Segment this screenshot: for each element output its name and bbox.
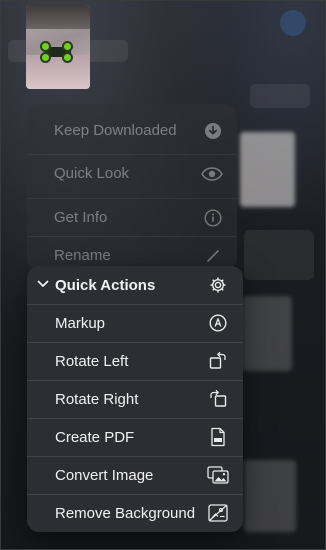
quick-action-label: Remove Background xyxy=(55,504,196,522)
rotate-right-icon xyxy=(207,388,229,410)
eye-icon xyxy=(201,164,223,184)
quick-action-label: Create PDF xyxy=(55,428,135,446)
menu-item-quick-look[interactable]: Quick Look xyxy=(27,152,237,195)
menu-item-keep-downloaded[interactable]: Keep Downloaded xyxy=(27,109,237,152)
file-thumbnail[interactable] xyxy=(26,5,90,89)
menu-item-rename[interactable]: Rename xyxy=(27,234,237,270)
quick-action-remove-background[interactable]: Remove Background xyxy=(27,494,243,532)
pencil-icon xyxy=(203,246,223,266)
info-circle-icon xyxy=(203,208,223,228)
markup-pen-icon xyxy=(207,312,229,334)
gear-icon xyxy=(207,274,229,296)
remove-background-icon xyxy=(207,502,229,524)
pdf-document-icon xyxy=(207,426,229,448)
quick-action-rotate-right[interactable]: Rotate Right xyxy=(27,380,243,418)
menu-item-label: Get Info xyxy=(54,209,108,226)
menu-item-label: Rename xyxy=(54,247,111,264)
menu-item-label: Keep Downloaded xyxy=(54,122,177,139)
quick-action-create-pdf[interactable]: Create PDF xyxy=(27,418,243,456)
quick-actions-title: Quick Actions xyxy=(55,276,156,294)
quick-action-label: Rotate Right xyxy=(55,390,139,408)
rotate-left-icon xyxy=(207,350,229,372)
chevron-down-icon xyxy=(36,277,50,291)
quick-action-rotate-left[interactable]: Rotate Left xyxy=(27,342,243,380)
quick-action-label: Convert Image xyxy=(55,466,154,484)
context-menu: Keep Downloaded Quick Look Get Info Rena… xyxy=(27,104,237,270)
quick-actions-panel: Quick Actions Markup Rotate Left Rotate … xyxy=(27,266,243,532)
quick-action-markup[interactable]: Markup xyxy=(27,304,243,342)
quick-action-label: Markup xyxy=(55,314,106,332)
menu-item-get-info[interactable]: Get Info xyxy=(27,196,237,239)
download-circle-icon xyxy=(203,121,223,141)
quick-action-convert-image[interactable]: Convert Image xyxy=(27,456,243,494)
toy-car-image xyxy=(40,41,76,63)
menu-item-label: Quick Look xyxy=(54,165,130,182)
quick-actions-header[interactable]: Quick Actions xyxy=(27,266,243,304)
quick-action-label: Rotate Left xyxy=(55,352,129,370)
convert-image-icon xyxy=(207,464,229,486)
